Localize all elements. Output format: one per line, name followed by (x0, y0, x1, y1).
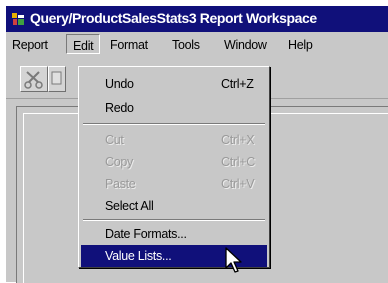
menu-item-undo[interactable]: Undo Ctrl+Z (81, 73, 267, 95)
edit-menu-dropdown: Undo Ctrl+Z Redo Cut Ctrl+X Copy Ctrl+C … (78, 66, 270, 268)
menu-format[interactable]: Format (110, 38, 148, 52)
menu-item-label: Value Lists... (105, 249, 172, 263)
menu-item-label: Copy (105, 155, 133, 169)
menu-separator (83, 219, 265, 221)
title-bar[interactable]: Query/ProductSalesStats3 Report Workspac… (6, 6, 388, 32)
menu-item-date-formats[interactable]: Date Formats... (81, 223, 267, 245)
menu-item-shortcut: Ctrl+V (221, 177, 255, 191)
window-title: Query/ProductSalesStats3 Report Workspac… (30, 10, 317, 26)
menu-item-shortcut: Ctrl+C (221, 155, 255, 169)
menu-item-select-all[interactable]: Select All (81, 195, 267, 217)
menu-item-cut[interactable]: Cut Ctrl+X (81, 129, 267, 151)
mouse-cursor-icon (225, 247, 242, 273)
copy-icon (51, 71, 62, 85)
menu-window[interactable]: Window (224, 38, 267, 52)
menu-item-copy[interactable]: Copy Ctrl+C (81, 151, 267, 173)
menu-separator (83, 123, 265, 125)
menu-item-label: Undo (105, 77, 134, 91)
menu-item-shortcut: Ctrl+Z (221, 77, 254, 91)
menu-edit[interactable]: Edit (66, 34, 101, 54)
cut-icon (24, 71, 43, 89)
menu-item-redo[interactable]: Redo (81, 97, 267, 119)
menu-item-label: Select All (105, 199, 154, 213)
menu-item-label: Cut (105, 133, 124, 147)
menu-item-label: Paste (105, 177, 136, 191)
menu-item-label: Redo (105, 101, 134, 115)
menu-item-label: Date Formats... (105, 227, 187, 241)
menu-item-paste[interactable]: Paste Ctrl+V (81, 173, 267, 195)
menu-item-shortcut: Ctrl+X (221, 133, 255, 147)
app-icon (12, 13, 24, 25)
menu-report[interactable]: Report (12, 38, 48, 52)
menu-tools[interactable]: Tools (172, 38, 200, 52)
copy-button[interactable] (48, 66, 66, 92)
app-window: Query/ProductSalesStats3 Report Workspac… (6, 6, 388, 283)
cut-button[interactable] (20, 66, 48, 92)
menu-help[interactable]: Help (288, 38, 313, 52)
menu-bar: Report Edit Format Tools Window Help (6, 32, 388, 58)
